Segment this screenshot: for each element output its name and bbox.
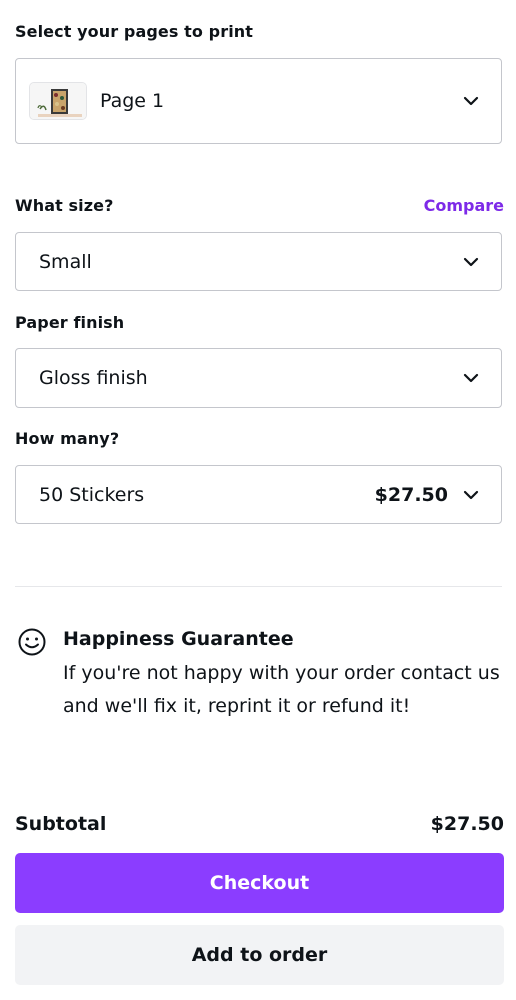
chevron-down-icon	[463, 490, 479, 499]
chevron-down-icon	[463, 257, 479, 266]
page-select[interactable]: Page 1	[15, 58, 502, 144]
subtotal-value: $27.50	[430, 813, 504, 835]
quantity-price: $27.50	[374, 483, 448, 506]
chevron-down-icon	[463, 373, 479, 383]
size-label: What size?	[15, 196, 114, 215]
guarantee-text: If you're not happy with your order cont…	[63, 662, 500, 717]
checkout-button[interactable]: Checkout	[15, 853, 504, 913]
page-thumbnail	[29, 82, 87, 120]
chevron-down-icon	[463, 96, 479, 106]
guarantee-title: Happiness Guarantee	[63, 628, 294, 650]
quantity-select-value: 50 Stickers	[39, 483, 145, 506]
size-select[interactable]: Small	[15, 232, 502, 291]
section-divider	[15, 586, 502, 587]
page-thumbnail-image	[30, 83, 86, 119]
quantity-label: How many?	[15, 429, 120, 448]
finish-select-value: Gloss finish	[39, 367, 148, 389]
pages-label: Select your pages to print	[15, 22, 254, 41]
smiley-icon	[18, 628, 46, 656]
compare-link[interactable]: Compare	[424, 196, 504, 215]
finish-select[interactable]: Gloss finish	[15, 348, 502, 408]
size-select-value: Small	[39, 250, 92, 273]
page-select-value: Page 1	[100, 90, 165, 112]
quantity-select[interactable]: 50 Stickers $27.50	[15, 465, 502, 524]
print-options-panel: Select your pages to print Page 1 What s…	[0, 0, 516, 1000]
add-to-order-button[interactable]: Add to order	[15, 925, 504, 985]
subtotal-label: Subtotal	[15, 813, 107, 835]
finish-label: Paper finish	[15, 313, 125, 332]
